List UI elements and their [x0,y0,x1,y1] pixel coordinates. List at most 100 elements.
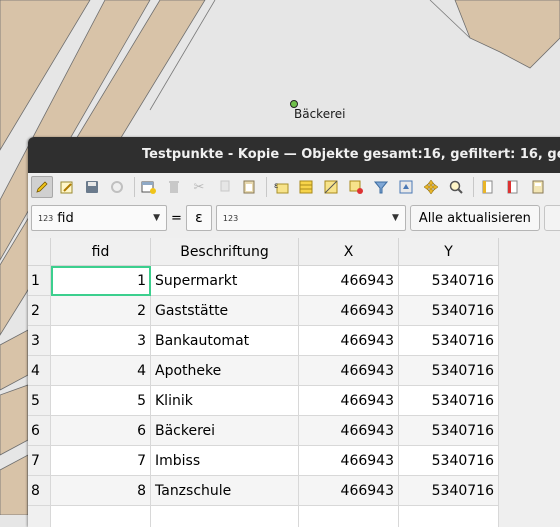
update-all-button[interactable]: Alle aktualisieren [410,205,540,231]
column-header[interactable]: X [299,238,399,266]
corner-cell[interactable] [28,238,51,266]
value-input[interactable]: 123 ▼ [216,205,406,231]
cell-x[interactable]: 466943 [299,446,399,476]
invert-selection-icon[interactable] [320,176,342,198]
epsilon-icon: ε [195,210,203,226]
cell-beschriftung[interactable]: Bäckerei [151,416,299,446]
pan-to-icon[interactable] [420,176,442,198]
table-row[interactable]: 1 1 Supermarkt 466943 5340716 [28,266,499,296]
filter-icon[interactable] [370,176,392,198]
row-number[interactable]: 7 [28,446,51,476]
table-row[interactable]: 4 4 Apotheke 466943 5340716 [28,356,499,386]
cell-fid[interactable]: 8 [51,476,151,506]
toolbar-separator [266,177,267,197]
cell-y[interactable] [399,506,499,527]
delete-field-icon[interactable] [502,176,524,198]
cell-beschriftung[interactable]: Imbiss [151,446,299,476]
cell-y[interactable]: 5340716 [399,266,499,296]
field-select[interactable]: 123 fid ▼ [31,205,167,231]
edit-multi-icon[interactable] [56,176,78,198]
row-number[interactable]: 6 [28,416,51,446]
cell-y[interactable]: 5340716 [399,476,499,506]
row-number[interactable]: 4 [28,356,51,386]
deselect-icon[interactable] [345,176,367,198]
svg-text:ε: ε [274,181,278,190]
table-row[interactable]: 2 2 Gaststätte 466943 5340716 [28,296,499,326]
cell-x[interactable]: 466943 [299,296,399,326]
attribute-toolbar: ✂ ε [28,173,560,201]
cell-x[interactable]: 466943 [299,476,399,506]
table-row[interactable]: 3 3 Bankautomat 466943 5340716 [28,326,499,356]
attribute-table-window: Testpunkte - Kopie — Objekte gesamt:16, … [28,137,560,527]
copy-icon[interactable] [213,176,235,198]
numeric-type-icon: 123 [223,214,238,223]
paste-icon[interactable] [238,176,260,198]
table-header-row: fid Beschriftung X Y [28,238,499,266]
cell-x[interactable]: 466943 [299,416,399,446]
field-select-value: fid [57,211,73,226]
cell-fid[interactable]: 4 [51,356,151,386]
row-number[interactable]: 8 [28,476,51,506]
cell-x[interactable] [299,506,399,527]
cell-x[interactable]: 466943 [299,386,399,416]
cell-beschriftung[interactable]: Tanzschule [151,476,299,506]
chevron-down-icon: ▼ [153,213,160,223]
cell-y[interactable]: 5340716 [399,386,499,416]
cell-beschriftung[interactable]: Gaststätte [151,296,299,326]
cut-icon[interactable]: ✂ [188,176,210,198]
table-row[interactable]: 6 6 Bäckerei 466943 5340716 [28,416,499,446]
row-number[interactable]: 1 [28,266,51,296]
toolbar-separator [134,177,135,197]
cell-fid[interactable]: 3 [51,326,151,356]
column-header[interactable]: fid [51,238,151,266]
delete-icon[interactable] [163,176,185,198]
cell-y[interactable]: 5340716 [399,296,499,326]
toolbar-separator [473,177,474,197]
cell-y[interactable]: 5340716 [399,326,499,356]
table-row[interactable]: 7 7 Imbiss 466943 5340716 [28,446,499,476]
new-field-icon[interactable] [477,176,499,198]
row-number[interactable]: 2 [28,296,51,326]
move-top-icon[interactable] [395,176,417,198]
row-number[interactable]: 5 [28,386,51,416]
cell-beschriftung[interactable]: Supermarkt [151,266,299,296]
cell-y[interactable]: 5340716 [399,446,499,476]
update-selected-button[interactable] [544,205,560,231]
cell-fid[interactable]: 2 [51,296,151,326]
row-number[interactable]: 3 [28,326,51,356]
add-feature-icon[interactable] [138,176,160,198]
zoom-to-icon[interactable] [445,176,467,198]
cell-fid[interactable]: 7 [51,446,151,476]
row-number[interactable] [28,506,51,527]
cell-fid[interactable]: 6 [51,416,151,446]
cell-x[interactable]: 466943 [299,326,399,356]
table-row[interactable]: 5 5 Klinik 466943 5340716 [28,386,499,416]
cell-x[interactable]: 466943 [299,356,399,386]
cell-fid[interactable] [51,506,151,527]
expression-select-icon[interactable]: ε [270,176,292,198]
cell-beschriftung[interactable]: Apotheke [151,356,299,386]
window-title[interactable]: Testpunkte - Kopie — Objekte gesamt:16, … [28,137,560,173]
save-icon[interactable] [81,176,103,198]
expression-button[interactable]: ε [186,205,212,231]
column-header[interactable]: Beschriftung [151,238,299,266]
cell-fid[interactable]: 5 [51,386,151,416]
cell-beschriftung[interactable]: Bankautomat [151,326,299,356]
attribute-table: fid Beschriftung X Y 1 1 Supermarkt 4669… [28,238,499,527]
table-row[interactable] [28,506,499,527]
reload-icon[interactable] [106,176,128,198]
map-point-label: Bäckerei [294,107,345,121]
cell-beschriftung[interactable]: Klinik [151,386,299,416]
cell-y[interactable]: 5340716 [399,356,499,386]
column-header[interactable]: Y [399,238,499,266]
cell-y[interactable]: 5340716 [399,416,499,446]
pencil-icon[interactable] [31,176,53,198]
select-all-icon[interactable] [295,176,317,198]
field-calculator-icon[interactable] [527,176,549,198]
table-row[interactable]: 8 8 Tanzschule 466943 5340716 [28,476,499,506]
cell-beschriftung[interactable] [151,506,299,527]
cell-x[interactable]: 466943 [299,266,399,296]
cell-fid[interactable]: 1 [51,266,151,296]
filter-bar: 123 fid ▼ = ε 123 ▼ Alle aktualisieren [28,201,560,235]
numeric-type-icon: 123 [38,214,53,223]
